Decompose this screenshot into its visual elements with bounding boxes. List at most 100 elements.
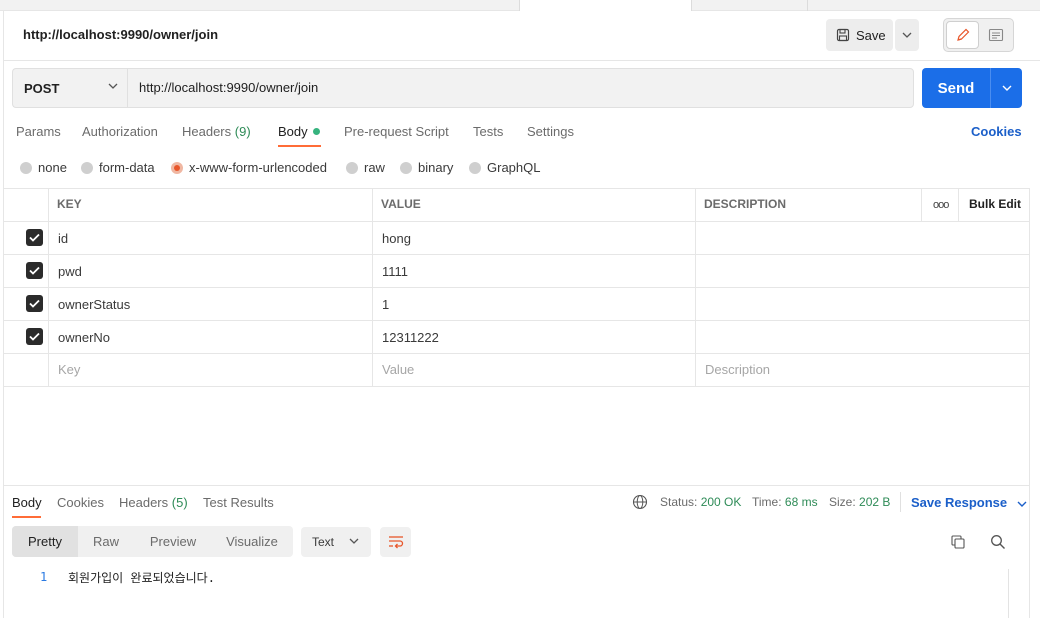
new-description-input[interactable]: Description <box>705 362 770 377</box>
column-header-description: DESCRIPTION <box>704 197 787 211</box>
param-value[interactable]: 12311222 <box>382 330 439 345</box>
radio-circle-selected <box>171 161 183 174</box>
copy-icon[interactable] <box>950 534 966 550</box>
active-tab-underline <box>12 516 41 518</box>
wrap-lines-button[interactable] <box>380 527 411 557</box>
param-key[interactable]: pwd <box>58 264 82 279</box>
new-value-input[interactable]: Value <box>382 362 414 377</box>
tab-tests[interactable]: Tests <box>473 124 503 139</box>
param-value[interactable]: 1 <box>382 297 389 312</box>
tab-settings[interactable]: Settings <box>527 124 574 139</box>
status-label: Status: <box>660 495 698 509</box>
chevron-down-icon <box>1002 85 1011 91</box>
save-icon <box>836 28 850 42</box>
radio-form-data[interactable]: form-data <box>81 160 155 175</box>
view-raw-button[interactable]: Raw <box>78 526 134 557</box>
tab-headers-label: Headers <box>182 124 232 139</box>
row-checkbox[interactable] <box>26 229 43 246</box>
radio-circle <box>81 161 93 174</box>
response-tab-body[interactable]: Body <box>12 495 42 510</box>
radio-none[interactable]: none <box>20 160 67 175</box>
status-readout: Status: 200 OK <box>660 495 741 509</box>
response-tab-headers[interactable]: Headers (5) <box>119 495 188 510</box>
view-preview-button[interactable]: Preview <box>140 526 206 557</box>
row-checkbox[interactable] <box>26 328 43 345</box>
param-value[interactable]: hong <box>382 231 411 246</box>
param-value[interactable]: 1111 <box>382 264 408 279</box>
tab-separator <box>691 0 692 11</box>
tab-prerequest-script[interactable]: Pre-request Script <box>344 124 449 139</box>
view-visualize-button[interactable]: Visualize <box>216 526 288 557</box>
method-label: POST <box>24 80 60 96</box>
checkmark-icon <box>29 266 40 275</box>
size-readout[interactable]: Size: 202 B <box>829 495 890 509</box>
view-pretty-button[interactable]: Pretty <box>12 526 78 557</box>
chevron-down-icon <box>108 83 118 89</box>
table-border <box>4 254 1030 255</box>
left-border <box>3 11 4 618</box>
radio-raw[interactable]: raw <box>346 160 385 175</box>
right-border <box>1029 188 1030 618</box>
time-label: Time: <box>752 495 782 509</box>
documentation-mode-button[interactable] <box>981 21 1011 49</box>
save-button[interactable]: Save <box>826 19 893 51</box>
save-response-button[interactable]: Save Response <box>911 495 1027 510</box>
chevron-down-icon <box>349 538 359 544</box>
method-select[interactable]: POST <box>12 68 128 108</box>
tab-authorization[interactable]: Authorization <box>82 124 158 139</box>
more-options-icon[interactable]: ooo <box>933 199 949 211</box>
radio-label: raw <box>364 160 385 175</box>
table-border <box>372 188 373 386</box>
table-border <box>4 320 1030 321</box>
response-tab-test-results[interactable]: Test Results <box>203 495 274 510</box>
param-key[interactable]: ownerStatus <box>58 297 130 312</box>
bulk-edit-button[interactable]: Bulk Edit <box>969 197 1021 211</box>
tab-headers[interactable]: Headers (9) <box>182 124 251 139</box>
tab-strip <box>0 0 1040 11</box>
request-title[interactable]: http://localhost:9990/owner/join <box>23 27 218 42</box>
time-readout[interactable]: Time: 68 ms <box>752 495 818 509</box>
active-tab-underline <box>278 145 321 147</box>
wrap-lines-icon <box>388 536 403 549</box>
tab-params[interactable]: Params <box>16 124 61 139</box>
send-button[interactable]: Send <box>922 68 990 108</box>
header-divider <box>4 60 1040 61</box>
meta-divider <box>900 492 901 512</box>
body-indicator-dot <box>312 128 320 135</box>
row-checkbox[interactable] <box>26 295 43 312</box>
radio-circle <box>20 161 32 174</box>
save-label: Save <box>856 27 886 43</box>
param-key[interactable]: id <box>58 231 68 246</box>
new-key-input[interactable]: Key <box>58 362 80 377</box>
row-checkbox[interactable] <box>26 262 43 279</box>
format-label: Text <box>312 535 335 549</box>
checkmark-icon <box>29 299 40 308</box>
format-select[interactable]: Text <box>301 527 371 557</box>
table-border <box>48 188 49 386</box>
pencil-icon <box>956 28 969 41</box>
table-border <box>4 386 1030 387</box>
line-number: 1 <box>40 570 48 584</box>
globe-icon[interactable] <box>632 494 648 510</box>
size-value: 202 B <box>859 495 891 509</box>
radio-urlencoded[interactable]: x-www-form-urlencoded <box>171 160 327 175</box>
radio-graphql[interactable]: GraphQL <box>469 160 540 175</box>
size-label: Size: <box>829 495 856 509</box>
send-options-button[interactable] <box>990 68 1022 108</box>
response-scrollbar[interactable] <box>1008 569 1022 618</box>
url-input[interactable]: http://localhost:9990/owner/join <box>127 68 914 108</box>
param-key[interactable]: ownerNo <box>58 330 110 345</box>
search-icon[interactable] <box>990 534 1006 550</box>
radio-circle <box>346 161 358 174</box>
radio-label: form-data <box>99 160 155 175</box>
radio-circle <box>469 161 481 174</box>
tab-body[interactable]: Body <box>278 124 320 139</box>
radio-binary[interactable]: binary <box>400 160 453 175</box>
response-tab-cookies[interactable]: Cookies <box>57 495 104 510</box>
status-value: 200 OK <box>700 495 742 509</box>
cookies-link[interactable]: Cookies <box>971 124 1022 139</box>
active-request-tab[interactable] <box>520 0 691 11</box>
tab-separator <box>807 0 808 11</box>
save-options-button[interactable] <box>895 19 919 51</box>
edit-mode-button[interactable] <box>946 21 979 49</box>
